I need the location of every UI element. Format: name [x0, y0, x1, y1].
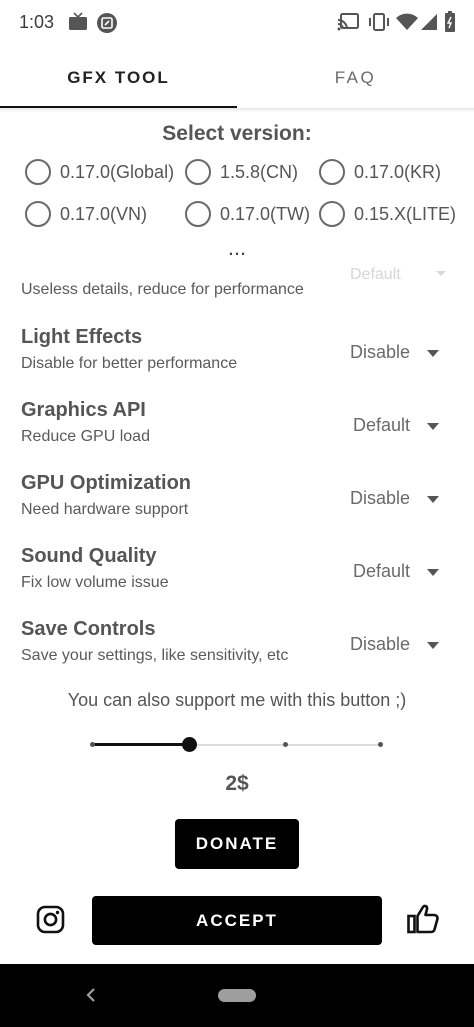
tv-notification-icon — [69, 12, 87, 30]
support-text: You can also support me with this button… — [67, 690, 407, 710]
dropdown-value: Default — [352, 561, 410, 581]
dropdown-value: Disable — [349, 634, 410, 654]
radio-unchecked-icon — [25, 159, 51, 185]
tab-faq-label: FAQ — [334, 68, 377, 87]
status-bar: 1:03 — [0, 0, 474, 46]
sound-quality-dropdown[interactable]: Default — [330, 557, 454, 587]
chevron-down-icon — [427, 423, 439, 430]
version-option-kr[interactable]: 0.17.0(KR) — [319, 158, 441, 186]
setting-desc: Disable for better performance — [21, 355, 238, 372]
version-option-label: 0.17.0(TW) — [220, 203, 311, 224]
setting-sound-quality: Sound Quality Fix low volume issue Defau… — [0, 545, 474, 615]
version-option-label: 1.5.8(CN) — [220, 161, 299, 182]
setting-title: GPU Optimization — [21, 472, 191, 494]
setting-graphics-api: Graphics API Reduce GPU load Default — [0, 399, 474, 469]
setting-desc: Fix low volume issue — [21, 574, 169, 591]
partial-setting-desc: Useless details, reduce for performance — [21, 281, 304, 298]
setting-desc: Reduce GPU load — [21, 428, 150, 445]
slider-thumb[interactable] — [181, 737, 197, 752]
slider-tick — [283, 742, 288, 747]
navigation-bar — [0, 964, 474, 1027]
setting-save-controls: Save Controls Save your settings, like s… — [0, 618, 474, 688]
dropdown-value: Default — [352, 415, 410, 435]
tab-faq[interactable]: FAQ — [237, 46, 474, 110]
vibrate-icon — [369, 13, 389, 31]
partial-setting-value[interactable]: Default — [350, 266, 401, 284]
radio-unchecked-icon — [319, 159, 345, 185]
slider-fill — [92, 743, 189, 746]
dropdown-value: Disable — [349, 342, 410, 362]
status-time: 1:03 — [19, 12, 55, 32]
chevron-down-icon — [427, 350, 439, 357]
chevron-down-icon — [436, 271, 446, 276]
chevron-down-icon — [427, 496, 439, 503]
chevron-down-icon — [427, 569, 439, 576]
instagram-icon[interactable] — [36, 905, 65, 934]
dropdown-value: Disable — [349, 488, 410, 508]
radio-unchecked-icon — [185, 159, 211, 185]
version-option-global[interactable]: 0.17.0(Global) — [25, 158, 174, 186]
graphics-api-dropdown[interactable]: Default — [330, 411, 454, 441]
tab-gfx-tool[interactable]: GFX TOOL — [0, 46, 237, 110]
donate-button[interactable]: DONATE — [175, 819, 299, 869]
setting-light-effects: Light Effects Disable for better perform… — [0, 326, 474, 396]
wifi-icon — [396, 13, 418, 30]
signal-icon — [421, 14, 437, 30]
accept-button[interactable]: ACCEPT — [92, 896, 382, 945]
setting-desc: Save your settings, like sensitivity, et… — [21, 647, 289, 664]
version-option-label: 0.17.0(VN) — [60, 203, 148, 224]
setting-title: Light Effects — [21, 326, 143, 348]
version-option-label: 0.15.X(LITE) — [354, 203, 457, 224]
app-notification-icon — [97, 13, 117, 33]
light-effects-dropdown[interactable]: Disable — [330, 338, 454, 368]
tab-bar-divider — [0, 108, 474, 112]
tab-bar: GFX TOOL FAQ — [0, 46, 474, 110]
donation-amount: 2$ — [225, 772, 249, 795]
version-option-cn[interactable]: 1.5.8(CN) — [185, 158, 298, 186]
setting-gpu-optimization: GPU Optimization Need hardware support D… — [0, 472, 474, 542]
version-option-label: 0.17.0(KR) — [354, 161, 442, 182]
version-option-vn[interactable]: 0.17.0(VN) — [25, 200, 147, 228]
radio-unchecked-icon — [25, 201, 51, 227]
radio-unchecked-icon — [319, 201, 345, 227]
slider-tick — [378, 742, 383, 747]
home-pill-button[interactable] — [218, 989, 256, 1002]
back-icon[interactable] — [84, 986, 98, 1004]
tab-gfx-tool-label: GFX TOOL — [67, 68, 170, 87]
slider-tick — [90, 742, 95, 747]
setting-title: Graphics API — [21, 399, 146, 421]
version-option-lite[interactable]: 0.15.X(LITE) — [319, 200, 456, 228]
setting-title: Sound Quality — [21, 545, 157, 567]
cast-icon — [337, 13, 359, 31]
gpu-optimization-dropdown[interactable]: Disable — [330, 484, 454, 514]
save-controls-dropdown[interactable]: Disable — [330, 630, 454, 660]
radio-unchecked-icon — [185, 201, 211, 227]
thumbs-up-icon[interactable] — [407, 904, 439, 934]
more-options-button[interactable]: ... — [0, 237, 474, 259]
version-option-label: 0.17.0(Global) — [60, 161, 175, 182]
version-title: Select version: — [162, 122, 312, 145]
chevron-down-icon — [427, 642, 439, 649]
donation-slider[interactable] — [90, 734, 383, 756]
setting-desc: Need hardware support — [21, 501, 189, 518]
battery-icon — [445, 11, 455, 32]
version-option-tw[interactable]: 0.17.0(TW) — [185, 200, 310, 228]
setting-title: Save Controls — [21, 618, 156, 640]
